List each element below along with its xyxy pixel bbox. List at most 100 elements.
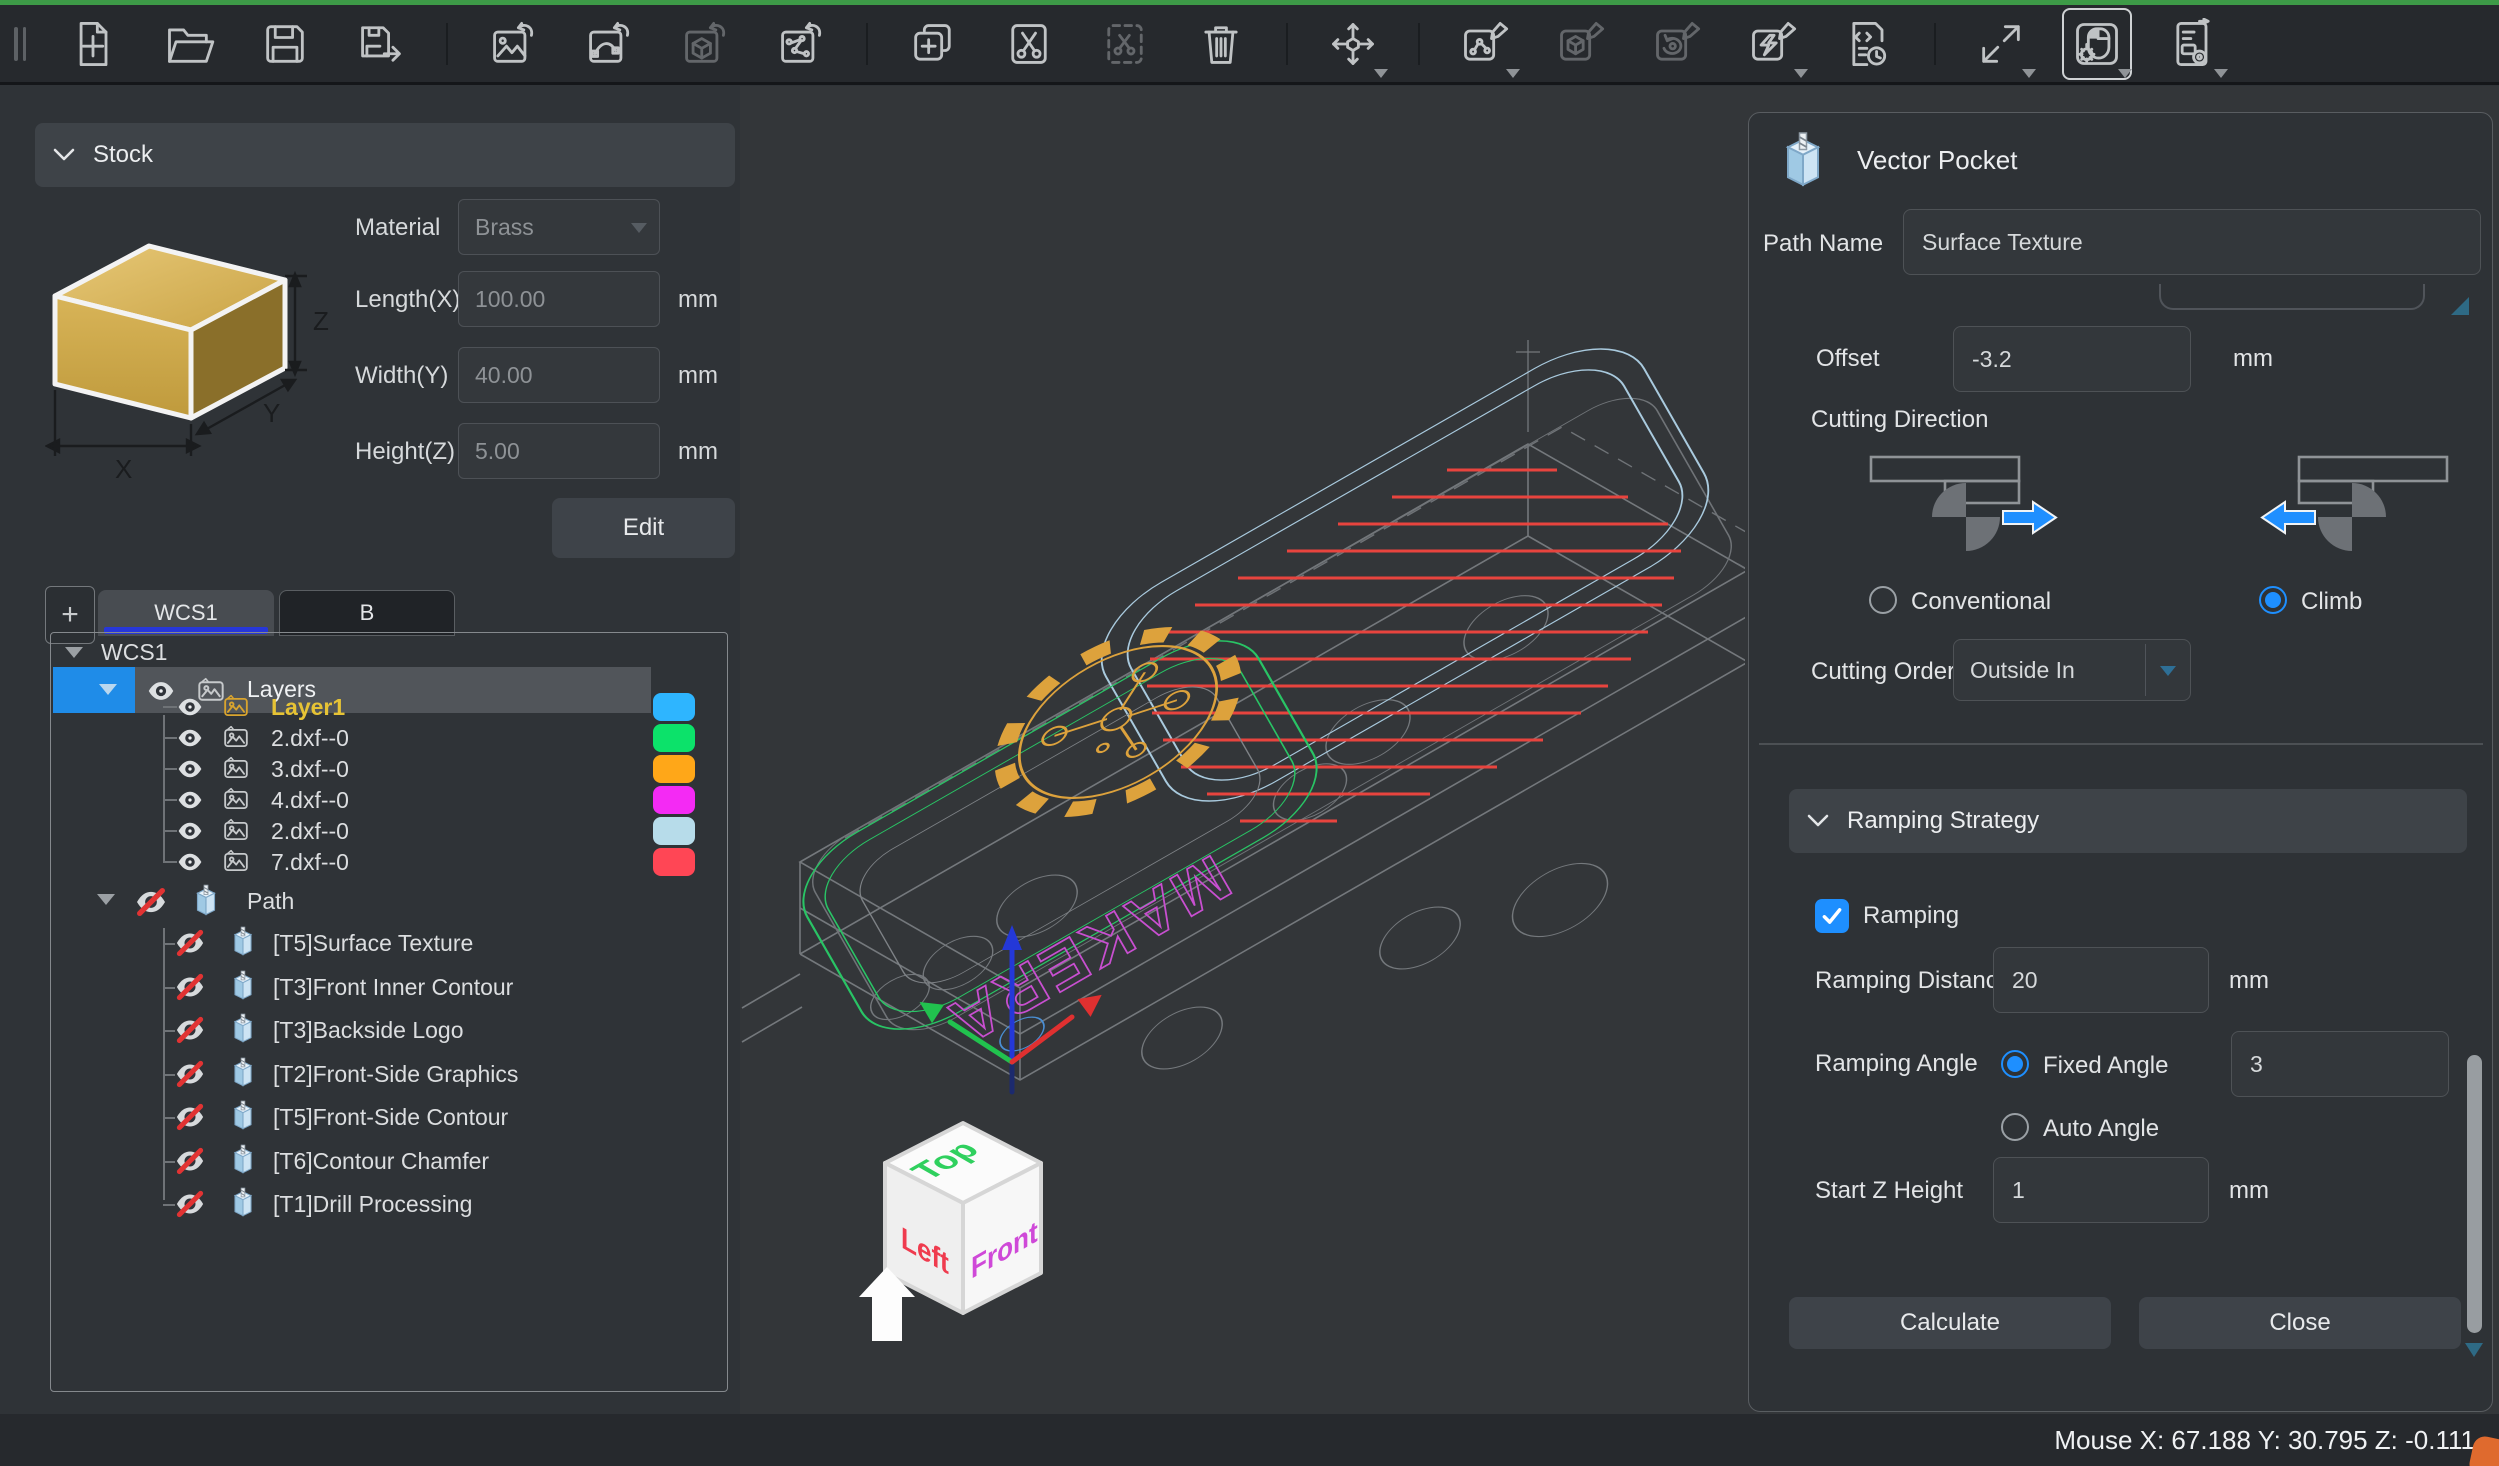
eye-icon[interactable] — [177, 818, 203, 844]
dialog-scrollbar-thumb[interactable] — [2467, 1055, 2482, 1333]
path-row[interactable]: [T3]Front Inner Contour — [51, 969, 719, 1009]
stock-axis-y-label: Y — [263, 398, 280, 428]
chevron-down-icon[interactable] — [1506, 69, 1520, 78]
layer-row[interactable]: Layer1 — [51, 692, 719, 722]
fixed-angle-radio[interactable] — [2001, 1050, 2029, 1078]
layer-color-swatch[interactable] — [653, 786, 695, 814]
chevron-down-icon[interactable] — [1374, 69, 1388, 78]
chevron-down-icon[interactable] — [97, 894, 115, 905]
ramping-distance-input[interactable] — [1993, 947, 2209, 1013]
layer-color-swatch[interactable] — [653, 817, 695, 845]
chevron-down-icon[interactable] — [65, 647, 83, 658]
auto-angle-radio[interactable] — [2001, 1113, 2029, 1141]
cutting-order-value: Outside In — [1970, 657, 2075, 684]
width-y-input[interactable] — [458, 347, 660, 403]
path-name-input[interactable] — [1903, 209, 2481, 275]
path-row[interactable]: [T6]Contour Chamfer — [51, 1143, 719, 1183]
path-row[interactable]: [T5]Surface Texture — [51, 925, 719, 965]
chevron-down-icon[interactable] — [2118, 69, 2132, 78]
layer-row[interactable]: 2.dxf--0 — [51, 723, 719, 753]
export-file-button[interactable] — [350, 12, 412, 76]
chevron-down-icon[interactable] — [2214, 69, 2228, 78]
eye-off-icon[interactable] — [175, 1189, 205, 1219]
eye-off-icon[interactable] — [175, 1059, 205, 1089]
tree-tick — [163, 768, 177, 770]
scroll-down-indicator-icon[interactable] — [2465, 1343, 2483, 1357]
layer-row[interactable]: 4.dxf--0 — [51, 785, 719, 815]
vector-edit-button[interactable] — [1454, 12, 1516, 76]
tree-tick — [163, 830, 177, 832]
tab-b[interactable]: B — [279, 590, 455, 636]
gcode-time-button[interactable] — [1838, 12, 1900, 76]
layer-image-icon — [223, 849, 249, 875]
calculate-button[interactable]: Calculate — [1789, 1297, 2111, 1349]
output-settings-button[interactable] — [2162, 12, 2224, 76]
layer-row[interactable]: 2.dxf--0 — [51, 816, 719, 846]
toolbar-separator — [1934, 23, 1936, 65]
toolbar-drag-handle[interactable] — [14, 27, 28, 61]
move-transform-button[interactable] — [1322, 12, 1384, 76]
tab-wcs1[interactable]: WCS1 — [98, 590, 274, 636]
start-z-height-input[interactable] — [1993, 1157, 2209, 1223]
offset-input[interactable] — [1953, 326, 2191, 392]
tree-root-row[interactable]: WCS1 — [51, 639, 719, 665]
cutting-order-select[interactable]: Outside In — [1953, 639, 2191, 701]
toolpath-edit-button[interactable] — [1742, 12, 1804, 76]
chevron-down-icon[interactable] — [1794, 69, 1808, 78]
path-row[interactable]: [T2]Front-Side Graphics — [51, 1056, 719, 1096]
layer-color-swatch[interactable] — [653, 724, 695, 752]
layer-color-swatch[interactable] — [653, 755, 695, 783]
import-vector-button[interactable] — [578, 12, 640, 76]
fullscreen-button[interactable] — [1970, 12, 2032, 76]
eye-off-icon[interactable] — [175, 1015, 205, 1045]
mouse-settings-button[interactable] — [2066, 12, 2128, 76]
view-cube[interactable]: Top Left Front — [845, 1105, 1095, 1355]
eye-off-icon[interactable] — [175, 1146, 205, 1176]
layer-row[interactable]: 7.dxf--0 — [51, 847, 719, 877]
layer-row[interactable]: 3.dxf--0 — [51, 754, 719, 784]
eye-off-icon[interactable] — [175, 972, 205, 1002]
import-image-button[interactable] — [482, 12, 544, 76]
path-label: [T3]Front Inner Contour — [273, 974, 513, 1001]
eye-icon[interactable] — [177, 849, 203, 875]
eye-icon[interactable] — [177, 694, 203, 720]
length-x-input[interactable] — [458, 271, 660, 327]
start-z-height-unit: mm — [2229, 1176, 2269, 1206]
ramping-checkbox[interactable] — [1815, 899, 1849, 933]
path-row[interactable]: [T5]Front-Side Contour — [51, 1099, 719, 1139]
save-file-button[interactable] — [254, 12, 316, 76]
eye-icon[interactable] — [177, 756, 203, 782]
new-file-button[interactable] — [62, 12, 124, 76]
height-z-input[interactable] — [458, 423, 660, 479]
vector-edit-icon — [1459, 18, 1511, 70]
conventional-radio[interactable] — [1869, 586, 1897, 614]
cut-button[interactable] — [998, 12, 1060, 76]
scroll-up-indicator-icon[interactable] — [2451, 297, 2469, 315]
eye-off-icon[interactable] — [135, 886, 167, 918]
layer-color-swatch[interactable] — [653, 848, 695, 876]
layer-color-swatch[interactable] — [653, 693, 695, 721]
path-group-row[interactable]: Path — [51, 882, 719, 922]
scrolled-dropdown-partial[interactable] — [2159, 284, 2425, 310]
eye-icon[interactable] — [177, 725, 203, 751]
eye-off-icon[interactable] — [175, 1102, 205, 1132]
delete-button[interactable] — [1190, 12, 1252, 76]
climb-radio[interactable] — [2259, 586, 2287, 614]
layer-label: 2.dxf--0 — [271, 818, 349, 845]
import-gcode-button[interactable] — [770, 12, 832, 76]
chevron-down-icon[interactable] — [2022, 69, 2036, 78]
open-file-icon — [163, 18, 215, 70]
path-row[interactable]: [T3]Backside Logo — [51, 1012, 719, 1052]
duplicate-button[interactable] — [902, 12, 964, 76]
edit-stock-button[interactable]: Edit — [552, 498, 735, 558]
eye-icon[interactable] — [177, 787, 203, 813]
stock-section-header[interactable]: Stock — [35, 123, 735, 187]
material-select[interactable]: Brass — [458, 199, 660, 255]
ramping-section-header[interactable]: Ramping Strategy — [1789, 789, 2467, 853]
fixed-angle-input[interactable] — [2231, 1031, 2449, 1097]
path-row[interactable]: [T1]Drill Processing — [51, 1186, 719, 1226]
chevron-down-icon — [631, 223, 647, 233]
close-button[interactable]: Close — [2139, 1297, 2461, 1349]
open-file-button[interactable] — [158, 12, 220, 76]
eye-off-icon[interactable] — [175, 928, 205, 958]
